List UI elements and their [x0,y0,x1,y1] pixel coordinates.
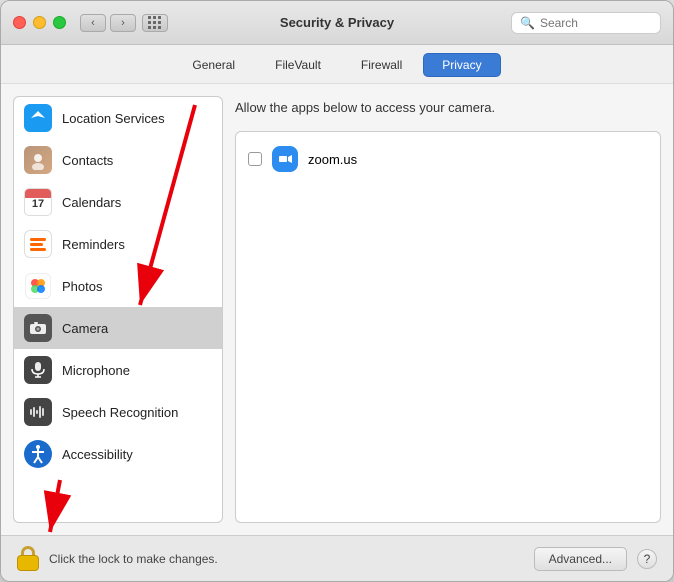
window-wrapper: ‹ › Security & Privacy 🔍 General FileVau… [0,0,674,582]
accessibility-icon [24,440,52,468]
sidebar-label-microphone: Microphone [62,363,130,378]
sidebar-item-speech-recognition[interactable]: Speech Recognition [14,391,222,433]
lock-text: Click the lock to make changes. [49,552,524,566]
bottom-bar: Click the lock to make changes. Advanced… [1,535,673,581]
sidebar-label-location-services: Location Services [62,111,165,126]
microphone-icon [24,356,52,384]
titlebar: ‹ › Security & Privacy 🔍 [1,1,673,45]
panel-description: Allow the apps below to access your came… [235,96,661,123]
zoom-icon [272,146,298,172]
lock-button[interactable] [17,546,39,571]
sidebar-item-calendars[interactable]: 17 Calendars [14,181,222,223]
lock-base [17,555,39,571]
sidebar-item-camera[interactable]: Camera [14,307,222,349]
nav-buttons: ‹ › [80,14,136,32]
app-item-zoom: zoom.us [244,140,652,178]
photos-icon [24,272,52,300]
right-panel: Allow the apps below to access your came… [235,96,661,523]
sidebar: Location Services Contacts 17 [13,96,223,523]
search-box[interactable]: 🔍 [511,12,661,34]
reminders-icon [24,230,52,258]
contacts-icon [24,146,52,174]
sidebar-item-accessibility[interactable]: Accessibility [14,433,222,475]
back-button[interactable]: ‹ [80,14,106,32]
sidebar-label-speech-recognition: Speech Recognition [62,405,178,420]
calendars-icon: 17 [24,188,52,216]
grid-button[interactable] [142,14,168,32]
sidebar-item-microphone[interactable]: Microphone [14,349,222,391]
maximize-button[interactable] [53,16,66,29]
advanced-button[interactable]: Advanced... [534,547,627,571]
forward-button[interactable]: › [110,14,136,32]
minimize-button[interactable] [33,16,46,29]
zoom-app-name: zoom.us [308,152,357,167]
tab-privacy[interactable]: Privacy [423,53,500,77]
sidebar-item-reminders[interactable]: Reminders [14,223,222,265]
close-button[interactable] [13,16,26,29]
help-button[interactable]: ? [637,549,657,569]
zoom-checkbox[interactable] [248,152,262,166]
sidebar-item-photos[interactable]: Photos [14,265,222,307]
search-icon: 🔍 [520,16,535,30]
sidebar-label-photos: Photos [62,279,102,294]
sidebar-label-accessibility: Accessibility [62,447,133,462]
tab-firewall[interactable]: Firewall [342,53,421,77]
sidebar-label-reminders: Reminders [62,237,125,252]
grid-icon [148,16,162,30]
location-services-icon [24,104,52,132]
tab-general[interactable]: General [173,53,254,77]
search-input[interactable] [540,16,652,30]
window-title: Security & Privacy [280,15,394,30]
traffic-lights [13,16,66,29]
main-content: Location Services Contacts 17 [1,84,673,535]
sidebar-label-calendars: Calendars [62,195,121,210]
speech-recognition-icon [24,398,52,426]
tab-filevault[interactable]: FileVault [256,53,340,77]
sidebar-label-contacts: Contacts [62,153,113,168]
sidebar-item-contacts[interactable]: Contacts [14,139,222,181]
sidebar-item-location-services[interactable]: Location Services [14,97,222,139]
sidebar-label-camera: Camera [62,321,108,336]
main-window: ‹ › Security & Privacy 🔍 General FileVau… [0,0,674,582]
apps-list: zoom.us [235,131,661,523]
tabs-bar: General FileVault Firewall Privacy [1,45,673,84]
camera-icon [24,314,52,342]
